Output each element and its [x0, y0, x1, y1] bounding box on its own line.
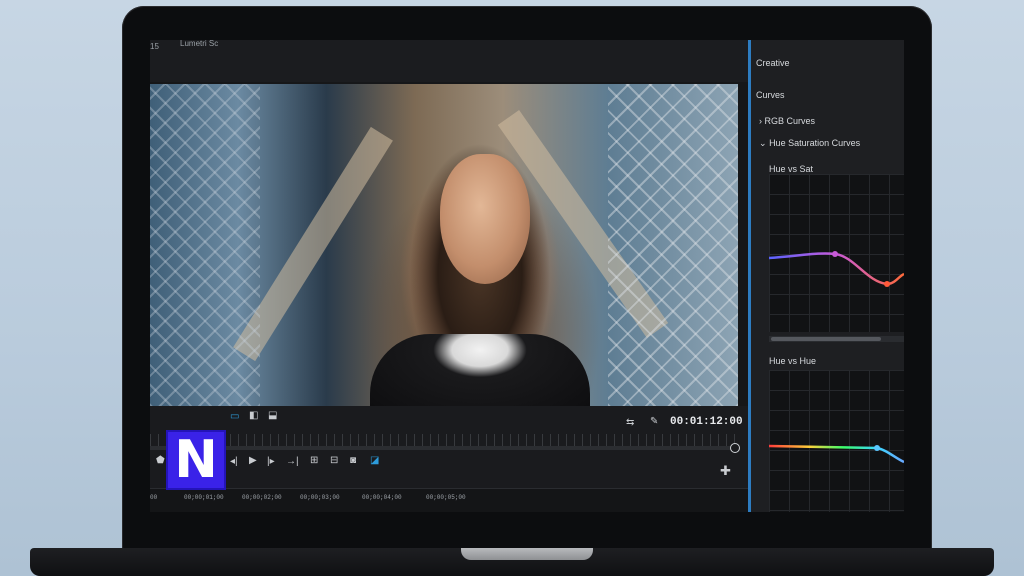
hue-vs-sat-graph[interactable] — [769, 174, 904, 332]
chevron-right-icon: › — [759, 116, 762, 126]
graph-scrollbar[interactable] — [769, 336, 904, 342]
timeline-timecodes: 00 00;00;01;00 00;00;02;00 00;00;03;00 0… — [150, 488, 748, 512]
subject-body — [370, 334, 590, 414]
hue-sat-curves-label: Hue Saturation Curves — [769, 138, 861, 148]
timestamp: 00;00;04;00 — [362, 494, 402, 501]
insert-icon[interactable]: ⊞ — [310, 456, 318, 466]
timestamp: 00 — [150, 494, 158, 501]
hue-sat-curves-toggle[interactable]: ⌄ Hue Saturation Curves — [759, 138, 860, 149]
header-timecode: 15 — [150, 42, 159, 51]
curves-section[interactable]: Curves — [756, 90, 785, 100]
safe-margins-icon[interactable]: ▭ — [230, 412, 239, 422]
creative-section[interactable]: Creative — [756, 58, 790, 68]
timeline-ruler[interactable] — [150, 434, 738, 446]
curve-point[interactable] — [884, 281, 890, 287]
camera-icon[interactable]: ◙ — [350, 456, 356, 466]
step-forward-icon[interactable]: |▸ — [267, 457, 275, 467]
program-monitor-frame — [150, 84, 738, 414]
scrub-bar[interactable] — [150, 446, 738, 450]
timestamp: 00;00;03;00 — [300, 494, 340, 501]
chevron-down-icon: ⌄ — [759, 138, 767, 148]
transport-controls: ▭ ◧ ⬓ ⇆ ✎ 00:01:12:00 ⬟ ◂| ▶ |▸ →| ⊞ ⊟ ◙… — [150, 406, 748, 512]
hue-vs-hue-label: Hue vs Hue — [769, 356, 817, 366]
play-icon[interactable]: ▶ — [249, 456, 257, 466]
timestamp: 00;00;05;00 — [426, 494, 466, 501]
lumetri-color-panel: Creative Curves › RGB Curves ⌄ Hue Satur… — [751, 40, 904, 512]
brand-logo: N — [168, 432, 224, 488]
editor-screen: 15 Lumetri Sc ▭ ◧ ⬓ ⇆ ✎ 00:01:12:00 ⬟ ◂|… — [150, 40, 904, 512]
hue-vs-sat-label: Hue vs Sat — [769, 164, 814, 174]
laptop-notch — [461, 548, 593, 560]
hue-vs-hue-graph[interactable] — [769, 370, 904, 512]
chain-fence-left — [150, 84, 260, 406]
toggle-overlay-icon[interactable]: ⬓ — [268, 411, 277, 421]
rgb-curves-toggle[interactable]: › RGB Curves — [759, 116, 815, 126]
add-button-icon[interactable]: ✚ — [720, 464, 731, 477]
marker-icon[interactable]: ⬟ — [156, 456, 165, 466]
curve-point[interactable] — [874, 445, 880, 451]
curve-point[interactable] — [832, 251, 838, 257]
viewer-header: 15 Lumetri Sc — [150, 40, 748, 82]
timestamp: 00;00;01;00 — [184, 494, 224, 501]
overwrite-icon[interactable]: ⊟ — [330, 456, 338, 466]
settings-swap-icon[interactable]: ⇆ — [626, 418, 634, 428]
hue-vs-sat-curve[interactable] — [769, 174, 904, 332]
out-point-handle[interactable] — [730, 443, 740, 453]
rgb-curves-label: RGB Curves — [764, 116, 816, 126]
export-frame-icon[interactable]: ◪ — [370, 456, 379, 466]
sequence-label[interactable]: Lumetri Sc — [180, 40, 218, 48]
compare-view-icon[interactable]: ◧ — [249, 411, 258, 421]
chain-fence-right — [608, 84, 738, 406]
go-to-out-icon[interactable]: →| — [286, 457, 299, 467]
hue-vs-hue-curve[interactable] — [769, 370, 904, 512]
subject-face — [440, 154, 530, 284]
step-back-icon[interactable]: ◂| — [230, 457, 238, 467]
playhead-timecode: 00:01:12:00 — [670, 416, 743, 428]
timestamp: 00;00;02;00 — [242, 494, 282, 501]
wrench-icon[interactable]: ✎ — [650, 417, 658, 427]
